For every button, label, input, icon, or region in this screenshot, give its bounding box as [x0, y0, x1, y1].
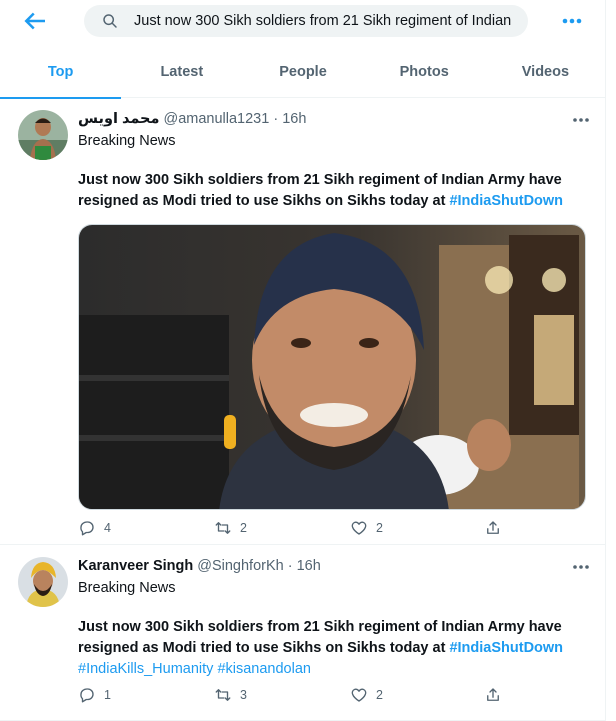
hashtag-link[interactable]: #IndiaShutDown	[449, 193, 563, 209]
tab-label: Photos	[399, 64, 449, 80]
like-button[interactable]: 2	[350, 518, 383, 538]
share-button[interactable]	[484, 685, 502, 705]
tab-label: Top	[47, 64, 74, 80]
share-icon	[487, 521, 499, 534]
tweet-content: Karanveer Singh @SinghforKh · 16h Breaki…	[78, 557, 591, 680]
user-handle[interactable]: @amanulla1231	[163, 110, 269, 128]
tab-label: People	[279, 64, 327, 80]
retweet-icon	[215, 522, 231, 534]
reply-button[interactable]: 1	[78, 685, 111, 705]
timestamp[interactable]: 16h	[282, 110, 306, 128]
retweet-button[interactable]: 3	[214, 685, 247, 705]
tweet-actions: 1 3 2	[78, 685, 508, 705]
more-icon[interactable]	[571, 561, 591, 573]
search-results-page: Just now 300 Sikh soldiers from 21 Sikh …	[0, 0, 606, 721]
tab-top[interactable]: Top	[0, 52, 122, 99]
tweet-photo[interactable]	[78, 224, 586, 510]
reply-count: 4	[104, 521, 111, 535]
separator: ·	[269, 111, 283, 127]
like-count: 2	[376, 688, 383, 702]
user-handle[interactable]: @SinghforKh	[197, 557, 283, 575]
retweet-icon	[215, 689, 231, 701]
retweet-count: 2	[240, 521, 247, 535]
user-name[interactable]: Karanveer Singh	[78, 557, 193, 575]
tweet-context: Breaking News	[78, 580, 176, 596]
tab-label: Videos	[521, 64, 570, 80]
tweet-actions: 4 2 2	[78, 518, 508, 538]
tweet-header: محمد اویس @amanulla1231 · 16h	[78, 110, 591, 128]
tab-latest[interactable]: Latest	[121, 52, 242, 98]
reply-icon	[80, 521, 94, 536]
like-icon	[351, 521, 367, 535]
reply-icon	[80, 688, 94, 703]
retweet-count: 3	[240, 688, 247, 702]
retweet-button[interactable]: 2	[214, 518, 247, 538]
hashtag-link[interactable]: #IndiaShutDown	[449, 640, 563, 656]
hashtag-link[interactable]: #IndiaKills_Humanity	[78, 661, 213, 677]
tab-videos[interactable]: Videos	[485, 52, 606, 98]
reply-count: 1	[104, 688, 111, 702]
share-button[interactable]	[484, 518, 502, 538]
like-icon	[351, 688, 367, 702]
tweet-header: Karanveer Singh @SinghforKh · 16h	[78, 557, 591, 575]
reply-button[interactable]: 4	[78, 518, 111, 538]
timestamp[interactable]: 16h	[297, 557, 321, 575]
user-name[interactable]: محمد اویس	[78, 110, 159, 128]
hashtag-link[interactable]: #kisanandolan	[217, 661, 311, 677]
tweet-context: Breaking News	[78, 133, 176, 149]
search-input[interactable]: Just now 300 Sikh soldiers from 21 Sikh …	[84, 5, 528, 37]
tab-photos[interactable]: Photos	[364, 52, 485, 98]
tab-people[interactable]: People	[242, 52, 363, 98]
more-icon[interactable]	[571, 114, 591, 126]
avatar[interactable]	[18, 110, 68, 160]
search-header: Just now 300 Sikh soldiers from 21 Sikh …	[0, 0, 606, 99]
search-query[interactable]: Just now 300 Sikh soldiers from 21 Sikh …	[134, 13, 511, 29]
search-icon	[103, 14, 117, 28]
share-icon	[487, 688, 499, 701]
search-tabs: Top Latest People Photos Videos	[0, 52, 606, 99]
avatar[interactable]	[18, 557, 68, 607]
tweet-text: Just now 300 Sikh soldiers from 21 Sikh …	[78, 617, 591, 680]
tweet-content: محمد اویس @amanulla1231 · 16h Breaking N…	[78, 110, 591, 510]
like-count: 2	[376, 521, 383, 535]
tab-label: Latest	[160, 64, 204, 80]
more-icon[interactable]	[561, 11, 583, 31]
tweet-text: Just now 300 Sikh soldiers from 21 Sikh …	[78, 170, 591, 212]
like-button[interactable]: 2	[350, 685, 383, 705]
separator: ·	[283, 558, 297, 574]
back-arrow-icon[interactable]	[20, 6, 50, 36]
tweet[interactable]: محمد اویس @amanulla1231 · 16h Breaking N…	[0, 98, 605, 545]
tweet[interactable]: Karanveer Singh @SinghforKh · 16h Breaki…	[0, 545, 605, 721]
